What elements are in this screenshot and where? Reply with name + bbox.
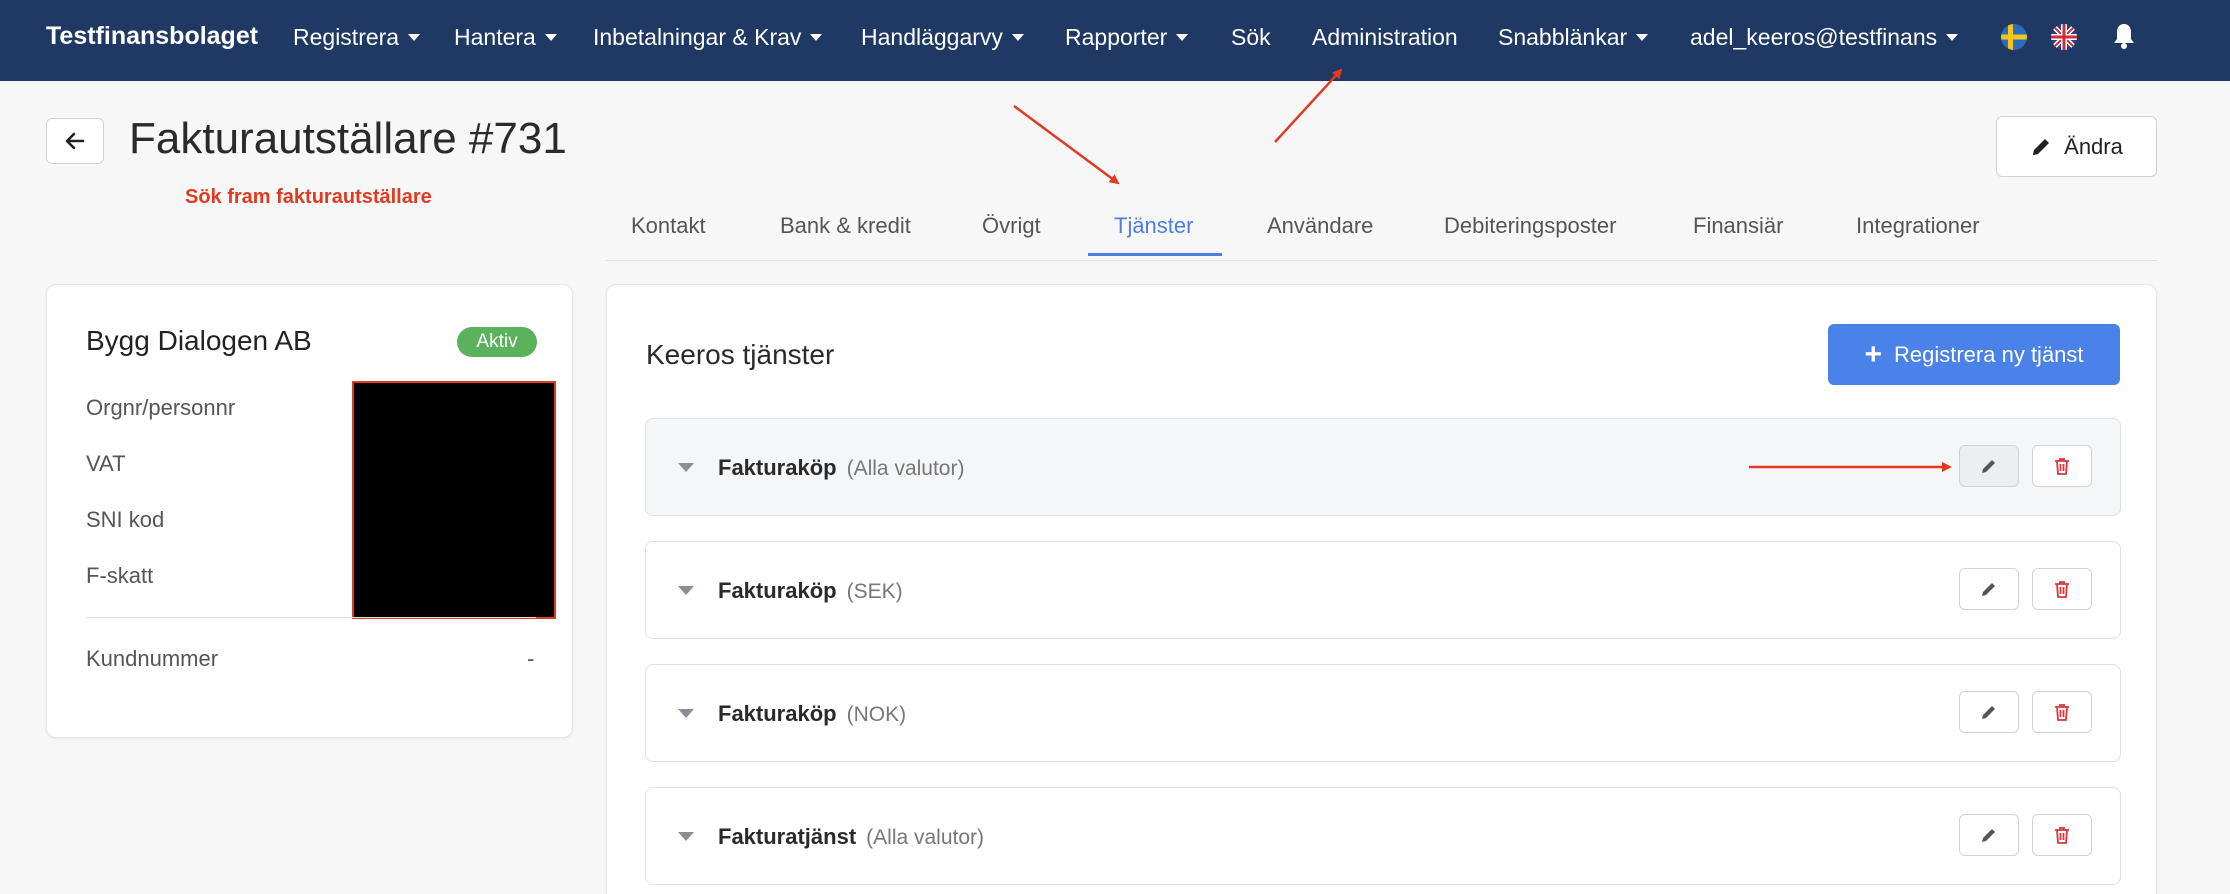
nav-administration[interactable]: Administration [1312, 24, 1458, 51]
chevron-down-icon [1946, 34, 1959, 41]
pencil-icon [2033, 138, 2050, 155]
chevron-down-icon [544, 34, 557, 41]
services-title: Keeros tjänster [646, 339, 835, 370]
edit-button[interactable]: Ändra [1996, 116, 2157, 177]
caret-down-icon[interactable] [678, 586, 694, 595]
back-button[interactable] [46, 118, 104, 164]
tab-bar: Kontakt Bank & kredit Övrigt Tjänster An… [606, 200, 2157, 261]
delete-service-button[interactable] [2032, 691, 2092, 733]
chevron-down-icon [1011, 34, 1024, 41]
tab-kontakt[interactable]: Kontakt [631, 213, 706, 239]
service-row[interactable]: Fakturaköp (Alla valutor) [645, 418, 2121, 516]
edit-service-button[interactable] [1959, 691, 2019, 733]
divider [86, 617, 536, 618]
service-currency: (NOK) [846, 703, 907, 726]
annotation-label: Sök fram fakturautställare [185, 186, 432, 208]
plus-icon: + [1864, 337, 1882, 371]
brand-logo[interactable]: Testfinansbolaget [46, 22, 258, 51]
service-currency: (Alla valutor) [846, 457, 965, 480]
active-tab-indicator [1088, 253, 1222, 256]
pencil-icon [1982, 460, 1995, 473]
nav-hantera[interactable]: Hantera [454, 24, 557, 51]
field-label-vat: VAT [86, 451, 126, 476]
status-badge: Aktiv [457, 327, 537, 357]
tab-debiteringsposter[interactable]: Debiteringsposter [1444, 213, 1616, 239]
nav-sok[interactable]: Sök [1231, 24, 1271, 51]
tab-tjanster[interactable]: Tjänster [1114, 213, 1193, 239]
service-name: Fakturatjänst [718, 824, 857, 849]
service-currency: (Alla valutor) [866, 826, 985, 849]
tab-finansiar[interactable]: Finansiär [1693, 213, 1783, 239]
service-name: Fakturaköp [718, 455, 837, 480]
nav-registrera[interactable]: Registrera [293, 24, 421, 51]
tab-bank-kredit[interactable]: Bank & kredit [780, 213, 911, 239]
nav-rapporter[interactable]: Rapporter [1065, 24, 1189, 51]
field-label-sni: SNI kod [86, 507, 165, 532]
trash-icon [2055, 827, 2069, 844]
chevron-down-icon [408, 34, 421, 41]
nav-user-menu[interactable]: adel_keeros@testfinans [1690, 24, 1959, 51]
nav-inbetalningar-krav[interactable]: Inbetalningar & Krav [593, 24, 823, 51]
swedish-flag-icon[interactable] [2001, 24, 2027, 50]
pencil-icon [1982, 829, 1995, 842]
tab-anvandare[interactable]: Användare [1267, 213, 1373, 239]
arrow-left-icon [65, 132, 85, 150]
pencil-icon [1982, 706, 1995, 719]
pencil-icon [1982, 583, 1995, 596]
service-currency: (SEK) [846, 580, 903, 603]
bell-icon[interactable] [2112, 22, 2136, 55]
chevron-down-icon [810, 34, 823, 41]
arrow-to-tjanster-tab [1013, 104, 1120, 185]
service-name: Fakturaköp [718, 578, 837, 603]
service-name: Fakturaköp [718, 701, 837, 726]
field-label-fskatt: F-skatt [86, 563, 154, 588]
delete-service-button[interactable] [2032, 445, 2092, 487]
register-service-button[interactable]: + Registrera ny tjänst [1828, 324, 2120, 385]
service-row[interactable]: Fakturatjänst (Alla valutor) [645, 787, 2121, 885]
services-card: Keeros tjänster + Registrera ny tjänst F… [606, 284, 2157, 894]
nav-handlaggarvy[interactable]: Handläggarvy [861, 24, 1024, 51]
edit-button-label: Ändra [2064, 133, 2123, 159]
tab-integrationer[interactable]: Integrationer [1856, 213, 1980, 239]
service-row[interactable]: Fakturaköp (NOK) [645, 664, 2121, 762]
edit-service-button[interactable] [1959, 814, 2019, 856]
field-label-kundnummer: Kundnummer [86, 646, 219, 671]
chevron-down-icon [1176, 34, 1189, 41]
chevron-down-icon [1636, 34, 1649, 41]
edit-service-button[interactable] [1959, 568, 2019, 610]
company-name: Bygg Dialogen AB [86, 325, 312, 356]
uk-flag-icon[interactable] [2051, 24, 2077, 50]
caret-down-icon[interactable] [678, 709, 694, 718]
page-title: Fakturautställare #731 [129, 114, 567, 163]
customer-number-value: - [527, 646, 535, 671]
edit-service-button[interactable] [1959, 445, 2019, 487]
register-service-label: Registrera ny tjänst [1894, 341, 2084, 367]
tab-ovrigt[interactable]: Övrigt [982, 213, 1041, 239]
field-label-orgnr: Orgnr/personnr [86, 395, 236, 420]
delete-service-button[interactable] [2032, 568, 2092, 610]
caret-down-icon[interactable] [678, 463, 694, 472]
trash-icon [2055, 581, 2069, 598]
service-row[interactable]: Fakturaköp (SEK) [645, 541, 2121, 639]
trash-icon [2055, 704, 2069, 721]
top-navbar: Testfinansbolaget Registrera Hantera Inb… [0, 0, 2230, 81]
trash-icon [2055, 458, 2069, 475]
redacted-values [352, 381, 556, 619]
caret-down-icon[interactable] [678, 832, 694, 841]
company-card: Bygg Dialogen AB Aktiv Orgnr/personnr VA… [46, 284, 573, 738]
nav-snabblankar[interactable]: Snabblänkar [1498, 24, 1649, 51]
delete-service-button[interactable] [2032, 814, 2092, 856]
